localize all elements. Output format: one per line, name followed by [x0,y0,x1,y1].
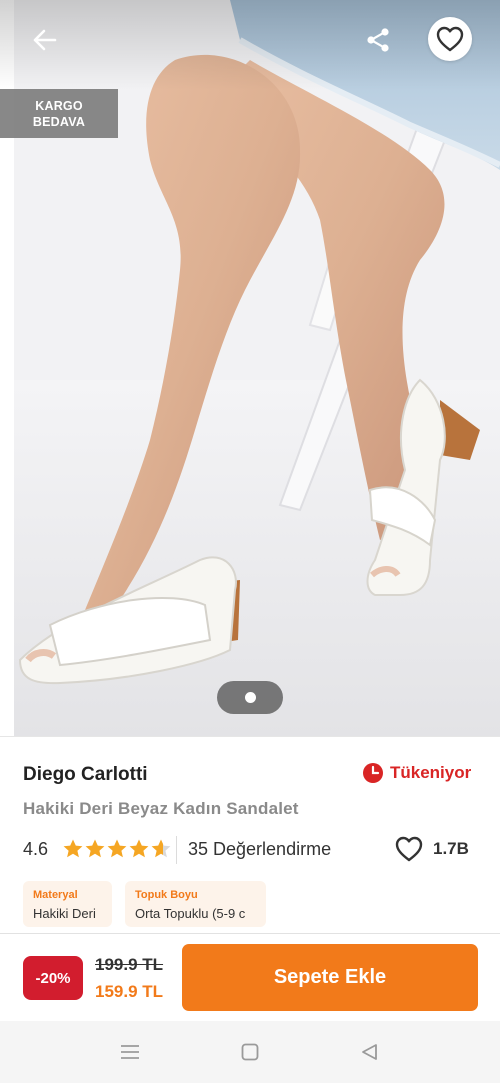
heart-outline-icon [436,26,464,52]
system-navigation-bar [0,1021,500,1083]
stock-status-label: Tükeniyor [390,763,472,782]
gallery-pager[interactable] [217,681,283,714]
rating-divider [176,836,177,864]
star-icon [151,839,171,858]
attribute-value: Hakiki Deri [33,906,96,921]
menu-lines-icon [121,1045,139,1059]
badge-line-1: KARGO [35,99,83,113]
heart-outline-icon [395,836,423,862]
badge-line-2: BEDAVA [32,115,86,129]
arrow-left-icon [33,29,57,51]
stock-status: Tükeniyor [362,762,471,784]
product-image-gallery[interactable]: KARGO BEDAVA [0,0,500,736]
recent-apps-button[interactable] [115,1039,145,1065]
favorite-button[interactable] [428,17,472,61]
attribute-material: Materyal Hakiki Deri [23,881,112,927]
review-count-link[interactable]: 35 Değerlendirme [188,839,331,860]
purchase-bar-divider [0,933,500,934]
star-icon [63,839,83,858]
product-title: Hakiki Deri Beyaz Kadın Sandalet [23,799,299,818]
attribute-heel-height: Topuk Boyu Orta Topuklu (5-9 c [125,881,266,927]
rating-stars [62,838,172,860]
star-icon [129,839,149,858]
square-icon [241,1043,259,1061]
favorite-count-button[interactable]: 1.7B [395,836,469,862]
home-button[interactable] [235,1039,265,1065]
attribute-title: Materyal [33,889,78,901]
rating-value: 4.6 [23,839,49,859]
section-divider [0,736,500,737]
discount-badge: -20% [23,956,83,1000]
back-button[interactable] [22,20,66,60]
attribute-title: Topuk Boyu [135,889,198,901]
system-back-button[interactable] [354,1039,384,1065]
add-to-cart-button[interactable]: Sepete Ekle [182,944,478,1011]
original-price: 199.9 TL [95,955,164,974]
share-icon [367,28,389,52]
gallery-pager-dot-active [244,692,256,703]
triangle-back-icon [362,1044,377,1060]
favorite-count: 1.7B [433,839,469,858]
share-button[interactable] [356,20,400,60]
sale-price: 159.9 TL [95,982,164,1001]
free-shipping-badge: KARGO BEDAVA [0,89,118,138]
brand-name[interactable]: Diego Carlotti [23,764,148,786]
star-icon [85,839,105,858]
star-icon [107,839,127,858]
clock-icon [363,763,383,783]
top-shade [0,0,500,90]
rating-row: 4.6 35 Değerlendirme 1.7B [23,836,483,864]
attribute-value: Orta Topuklu (5-9 c [135,906,246,921]
